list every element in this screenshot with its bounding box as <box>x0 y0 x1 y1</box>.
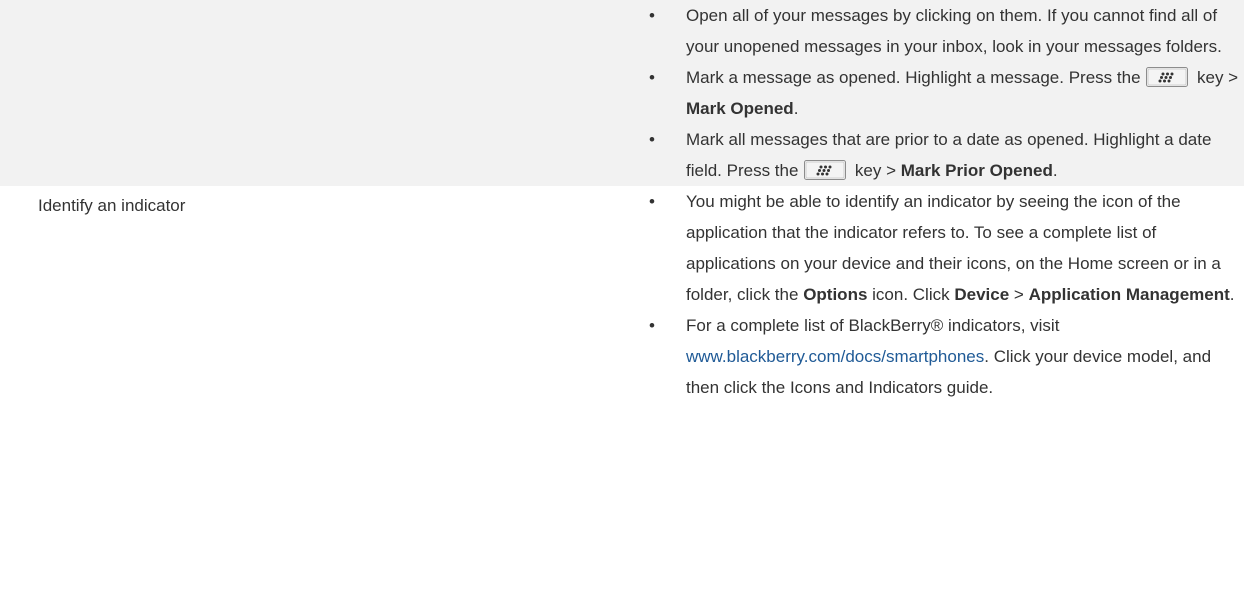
menu-command: Mark Prior Opened <box>900 161 1053 180</box>
bullet-text: . <box>1229 285 1235 304</box>
bullet-text: > <box>1013 285 1024 304</box>
table-row-identify-indicator: Identify an indicator • You might be abl… <box>0 186 1244 403</box>
blackberry-menu-key-icon <box>1146 67 1189 87</box>
list-item: • For a complete list of BlackBerry® ind… <box>629 310 1244 403</box>
bullet-text: icon. Click <box>872 285 950 304</box>
list-item: • Open all of your messages by clicking … <box>629 0 1244 62</box>
bullet-icon: • <box>649 6 655 25</box>
row-label-cell: Identify an indicator <box>0 186 629 403</box>
ui-term: Device <box>954 285 1010 304</box>
bullet-text: key > <box>1197 68 1239 87</box>
bullet-list: • You might be able to identify an indic… <box>629 186 1244 403</box>
document-table: • Open all of your messages by clicking … <box>0 0 1244 403</box>
bullet-icon: • <box>649 130 655 149</box>
bullet-list: • Open all of your messages by clicking … <box>629 0 1244 186</box>
bullet-text: . <box>1052 161 1058 180</box>
list-item: • Mark all messages that are prior to a … <box>629 124 1244 186</box>
bullet-icon: • <box>649 316 655 335</box>
blackberry-docs-link[interactable]: www.blackberry.com/docs/smartphones <box>686 347 984 366</box>
row-label <box>0 0 629 4</box>
list-item: • You might be able to identify an indic… <box>629 186 1244 310</box>
bullet-text: key > <box>854 161 897 180</box>
ui-term: Application Management <box>1028 285 1230 304</box>
list-item: • Mark a message as opened. Highlight a … <box>629 62 1244 124</box>
bullet-text: For a complete list of BlackBerry® indic… <box>686 316 1060 335</box>
menu-command: Mark Opened <box>686 99 794 118</box>
bullet-text: Open all of your messages by clicking on… <box>686 6 1222 56</box>
row-label: Identify an indicator <box>38 196 186 215</box>
row-bullets-cell: • You might be able to identify an indic… <box>629 186 1244 403</box>
bullet-text: . <box>793 99 799 118</box>
table-row-mark-opened: • Open all of your messages by clicking … <box>0 0 1244 186</box>
bullet-text: Mark a message as opened. Highlight a me… <box>686 68 1141 87</box>
bullet-icon: • <box>649 192 655 211</box>
blackberry-menu-key-icon <box>804 160 847 180</box>
ui-term: Options <box>803 285 868 304</box>
bullet-icon: • <box>649 68 655 87</box>
row-bullets-cell: • Open all of your messages by clicking … <box>629 0 1244 186</box>
row-label-cell <box>0 0 629 186</box>
